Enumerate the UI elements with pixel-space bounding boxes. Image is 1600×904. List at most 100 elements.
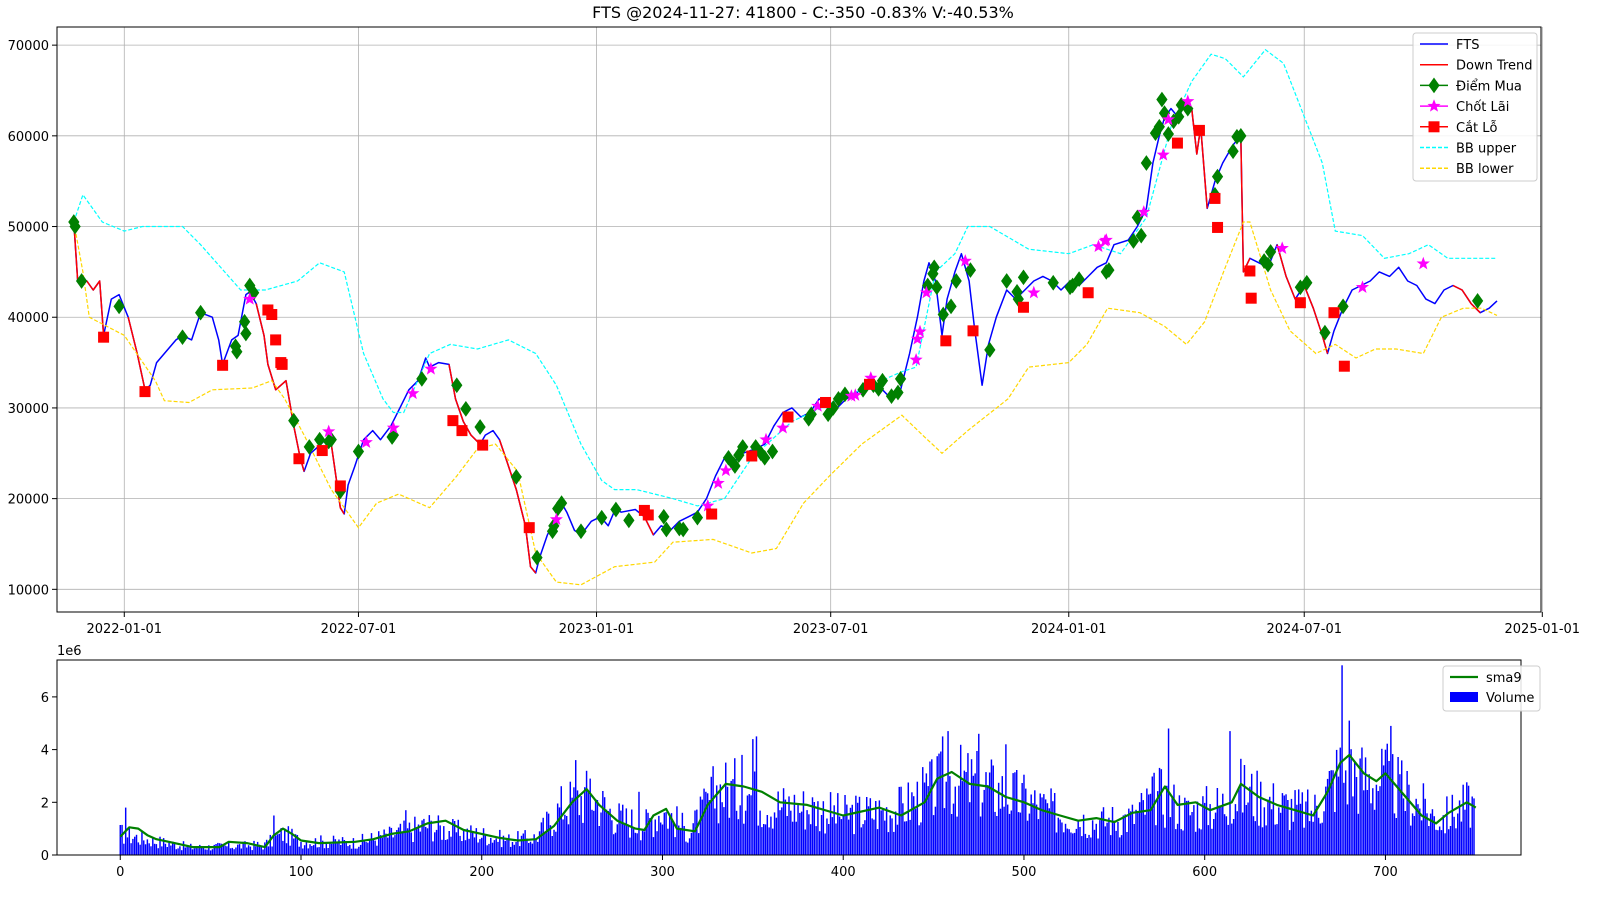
volume-bar <box>873 819 875 855</box>
volume-bar <box>547 813 550 855</box>
diem-mua-marker <box>1319 324 1331 341</box>
volume-bar <box>517 831 519 855</box>
volume-bar <box>1140 793 1143 855</box>
volume-bar <box>972 775 975 855</box>
volume-bar <box>524 830 526 855</box>
volume-bar <box>735 810 738 855</box>
volume-bar <box>929 761 931 855</box>
cat-lo-marker <box>940 335 952 347</box>
volume-bar <box>622 804 624 855</box>
price-ytick-label: 70000 <box>8 39 49 54</box>
volume-bar <box>696 809 698 855</box>
volume-bar <box>305 842 308 855</box>
diem-mua-marker <box>1047 274 1059 291</box>
volume-bar <box>584 787 586 855</box>
volume-bar <box>1091 820 1094 855</box>
volume-bar <box>1377 791 1379 855</box>
volume-bar <box>979 816 982 855</box>
volume-bar <box>500 847 503 855</box>
volume-bar <box>1081 836 1083 855</box>
volume-bar <box>206 849 208 855</box>
volume-bar <box>607 811 609 855</box>
volume-bar <box>1117 822 1119 855</box>
volume-scale-label: 1e6 <box>57 644 82 659</box>
down-trend-segment <box>255 303 305 472</box>
volume-bar <box>761 827 763 855</box>
cat-lo-marker <box>334 480 346 492</box>
cat-lo-marker <box>1082 287 1094 299</box>
volume-bar <box>652 837 655 855</box>
price-legend: FTS Down Trend Điểm Mua Chốt Lãi Cắt Lỗ BB up… <box>1412 32 1538 182</box>
volume-bar <box>645 809 647 855</box>
cat-lo-marker <box>864 378 876 390</box>
volume-bar <box>1361 747 1363 855</box>
volume-bar <box>439 825 441 855</box>
volume-bar <box>1247 802 1249 855</box>
volume-bar <box>981 802 984 855</box>
volume-bar <box>694 810 696 855</box>
volume-bar <box>200 848 203 855</box>
price-xtick-label: 2022-07-01 <box>321 622 397 637</box>
volume-bar <box>784 799 787 855</box>
volume-bar <box>1010 810 1013 855</box>
volume-bar <box>444 840 447 855</box>
volume-bar <box>293 838 295 855</box>
volume-bar <box>791 821 794 855</box>
volume-bar <box>598 826 600 855</box>
volume-bar <box>128 827 131 855</box>
volume-bar <box>499 829 501 855</box>
volume-bar <box>800 811 803 855</box>
volume-bar <box>1386 743 1388 855</box>
volume-bar <box>990 759 993 855</box>
signal-markers <box>68 91 1484 566</box>
volume-bar <box>705 791 707 855</box>
volume-bar <box>1464 809 1466 855</box>
volume-bar <box>746 795 749 855</box>
price-xtick-label: 2024-07-01 <box>1266 622 1342 637</box>
volume-bar <box>401 832 403 855</box>
volume-bar <box>571 797 573 855</box>
volume-bar <box>558 807 561 855</box>
volume-bar <box>397 827 400 855</box>
volume-bar <box>528 843 530 855</box>
volume-bar <box>593 810 595 855</box>
volume-bar <box>1180 829 1182 855</box>
volume-bar <box>1364 757 1367 855</box>
volume-bar <box>1363 790 1365 855</box>
volume-bar <box>511 842 514 855</box>
legend-label-bb-upper: BB upper <box>1456 142 1517 157</box>
volume-bar <box>226 846 228 855</box>
volume-bar <box>1122 815 1125 855</box>
diem-mua-marker <box>1001 273 1013 289</box>
volume-bar <box>1068 829 1070 855</box>
volume-bar <box>692 823 694 855</box>
volume-bar <box>336 843 338 855</box>
volume-bar <box>150 846 152 855</box>
volume-bar <box>1099 820 1101 855</box>
volume-bar <box>1343 782 1345 855</box>
volume-bar <box>1455 828 1457 855</box>
volume-bar <box>1265 825 1267 855</box>
volume-bar <box>1344 770 1347 855</box>
price-ytick-label: 30000 <box>8 402 49 417</box>
volume-bar <box>1437 830 1439 855</box>
volume-bar <box>600 812 602 855</box>
volume-bar <box>1296 804 1298 855</box>
volume-bar <box>1187 800 1190 855</box>
volume-bar <box>376 845 378 855</box>
volume-bar <box>224 845 226 855</box>
volume-bar <box>285 843 288 855</box>
legend-label-volume: Volume <box>1486 691 1534 706</box>
volume-bar <box>1261 827 1264 855</box>
volume-bar <box>1283 795 1285 855</box>
volume-bar <box>1218 805 1220 855</box>
volume-bar <box>1194 831 1197 855</box>
volume-bar <box>925 773 928 855</box>
volume-bar <box>920 822 922 855</box>
cat-lo-marker <box>1209 192 1221 204</box>
volume-bar <box>249 846 252 855</box>
volume-bar <box>1073 832 1076 855</box>
volume-bar <box>560 786 562 855</box>
down-trend-segment <box>1276 244 1296 300</box>
volume-bar <box>1227 824 1229 855</box>
